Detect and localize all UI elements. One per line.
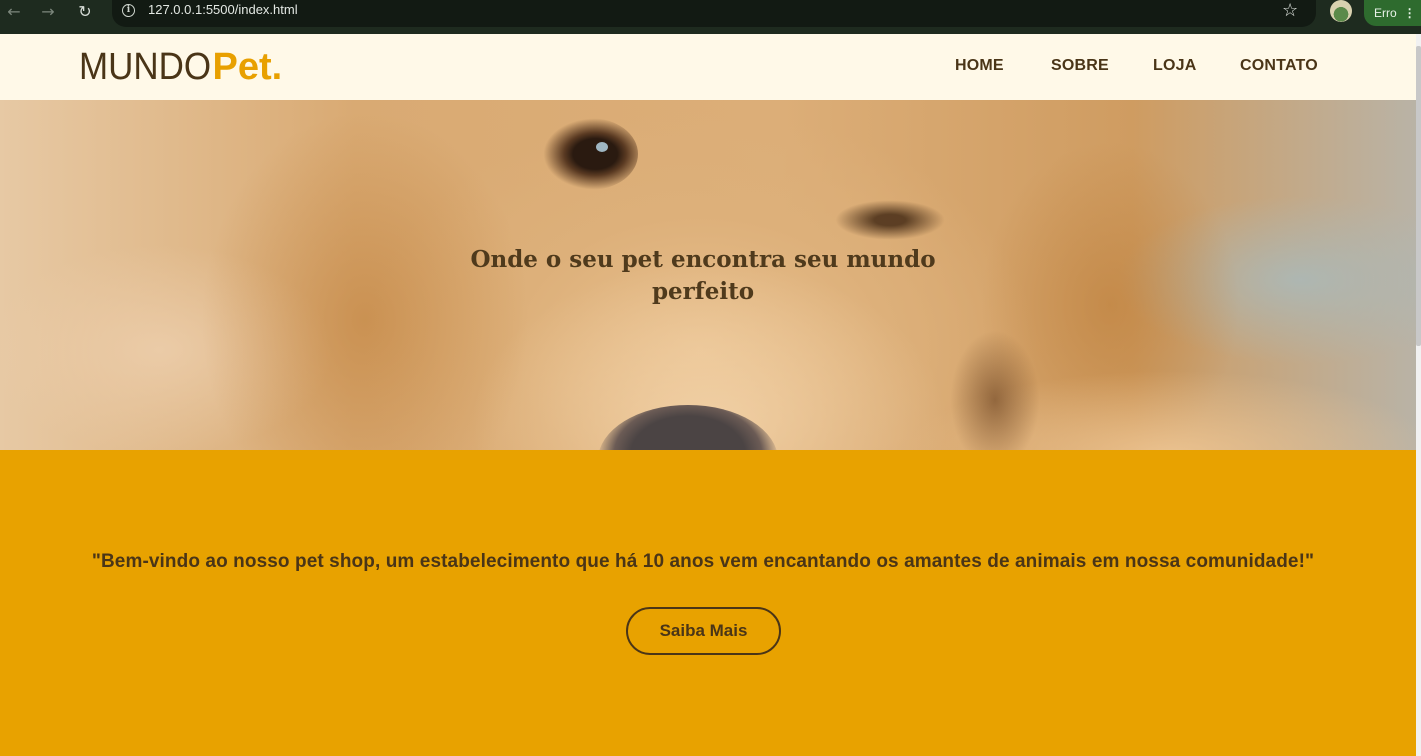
site-header: MUNDOPet. HOME SOBRE LOJA CONTATO: [0, 34, 1416, 100]
dog-closed-eye: [835, 200, 945, 240]
hero-title-line-2: perfeito: [651, 278, 755, 305]
hero-banner: Onde o seu pet encontra seu mundo perfei…: [0, 100, 1416, 450]
welcome-section: "Bem-vindo ao nosso pet shop, um estabel…: [0, 450, 1416, 756]
hero-title: Onde o seu pet encontra seu mundo perfei…: [453, 244, 953, 308]
saiba-mais-button[interactable]: Saiba Mais: [626, 607, 781, 655]
star-icon[interactable]: ☆: [1282, 0, 1298, 21]
eye-highlight: [596, 142, 608, 152]
logo[interactable]: MUNDOPet.: [79, 46, 282, 88]
nav-link-sobre[interactable]: SOBRE: [1051, 57, 1109, 75]
address-bar[interactable]: i 127.0.0.1:5500/index.html ☆: [112, 0, 1316, 27]
error-label: Erro: [1374, 6, 1397, 20]
logo-text-pet: Pet.: [212, 46, 283, 88]
nav-link-contato[interactable]: CONTATO: [1240, 57, 1318, 75]
reload-icon[interactable]: ↻: [74, 0, 96, 22]
logo-text-mundo: MUNDO: [79, 46, 212, 88]
arrow-right-icon[interactable]: →: [37, 0, 59, 22]
nav-link-loja[interactable]: LOJA: [1153, 57, 1196, 75]
scrollbar-thumb[interactable]: [1416, 46, 1421, 346]
dog-eye-icon: [543, 118, 638, 190]
page-scrollbar[interactable]: [1416, 34, 1421, 756]
welcome-text: "Bem-vindo ao nosso pet shop, um estabel…: [91, 551, 1315, 572]
kebab-menu-icon[interactable]: ⋮: [1404, 6, 1416, 20]
url-text: 127.0.0.1:5500/index.html: [148, 2, 298, 17]
profile-avatar[interactable]: [1330, 0, 1352, 22]
error-badge[interactable]: Erro ⋮: [1364, 0, 1421, 26]
info-icon[interactable]: i: [122, 4, 135, 17]
nav-link-home[interactable]: HOME: [955, 57, 1004, 75]
hero-title-line-1: Onde o seu pet encontra seu mundo: [470, 246, 936, 273]
arrow-left-icon[interactable]: ←: [3, 0, 25, 22]
browser-toolbar: ← → ↻ i 127.0.0.1:5500/index.html ☆ Erro…: [0, 0, 1421, 34]
